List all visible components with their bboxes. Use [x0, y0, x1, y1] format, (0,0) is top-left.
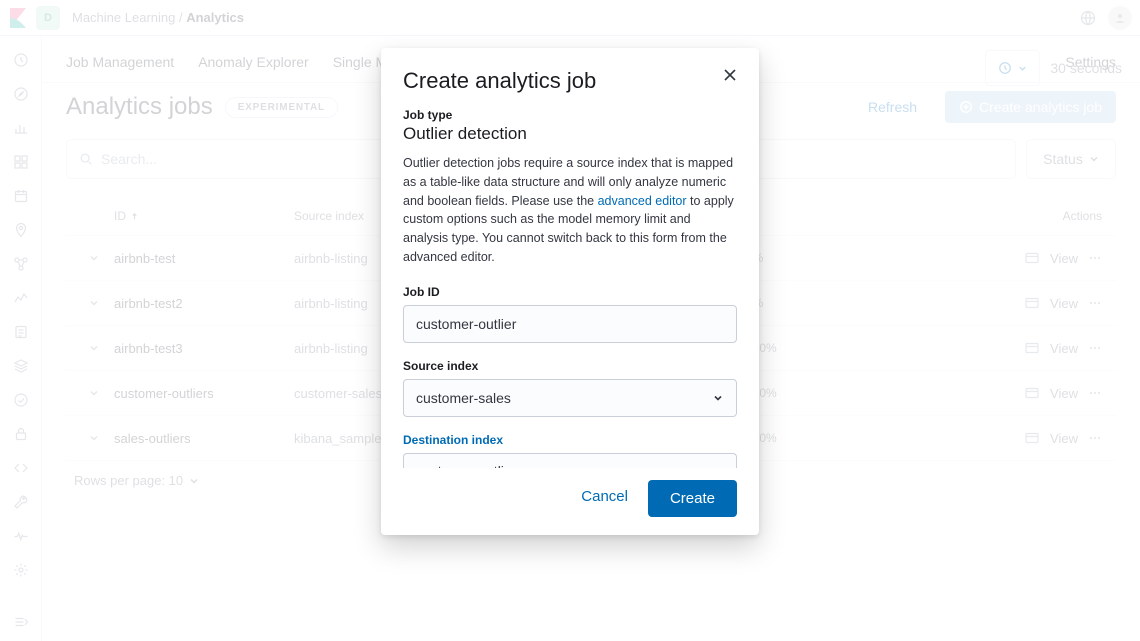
refresh-interval-label: 30 seconds — [1050, 60, 1122, 76]
kibana-logo[interactable] — [8, 8, 28, 28]
job-type-value: Outlier detection — [403, 124, 737, 144]
collapse-rail-icon[interactable] — [12, 614, 30, 630]
row-actions-icon[interactable] — [1088, 431, 1102, 445]
row-actions-icon[interactable] — [1088, 386, 1102, 400]
pin-icon[interactable] — [12, 222, 30, 238]
job-type-label: Job type — [403, 108, 737, 122]
refresh-interval-button[interactable] — [985, 50, 1040, 86]
layers-icon[interactable] — [12, 358, 30, 374]
lock-icon[interactable] — [12, 426, 30, 442]
expand-row-icon[interactable] — [74, 387, 114, 399]
view-icon[interactable] — [1024, 340, 1040, 356]
create-analytics-job-modal: Create analytics job Job type Outlier de… — [381, 48, 759, 535]
job-type-description: Outlier detection jobs require a source … — [403, 154, 737, 267]
row-actions-icon[interactable] — [1088, 251, 1102, 265]
th-id[interactable]: ID — [114, 209, 294, 223]
view-label[interactable]: View — [1050, 431, 1078, 446]
view-label[interactable]: View — [1050, 341, 1078, 356]
expand-row-icon[interactable] — [74, 252, 114, 264]
view-icon[interactable] — [1024, 385, 1040, 401]
row-id: customer-outliers — [114, 386, 294, 401]
expand-row-icon[interactable] — [74, 297, 114, 309]
cancel-button[interactable]: Cancel — [575, 480, 634, 517]
grid-icon[interactable] — [12, 154, 30, 170]
expand-row-icon[interactable] — [74, 342, 114, 354]
clock-icon[interactable] — [12, 52, 30, 68]
gear-icon[interactable] — [12, 562, 30, 578]
ml-icon[interactable] — [12, 256, 30, 272]
uptime-icon[interactable] — [12, 392, 30, 408]
close-icon[interactable] — [723, 68, 737, 82]
job-id-input[interactable]: customer-outlier — [403, 305, 737, 343]
source-index-label: Source index — [403, 359, 737, 373]
view-label[interactable]: View — [1050, 251, 1078, 266]
metrics-icon[interactable] — [12, 290, 30, 306]
heartbeat-icon[interactable] — [12, 528, 30, 544]
wrench-icon[interactable] — [12, 494, 30, 510]
row-actions-icon[interactable] — [1088, 296, 1102, 310]
create-button[interactable]: Create — [648, 480, 737, 517]
view-label[interactable]: View — [1050, 296, 1078, 311]
chevron-down-icon — [712, 392, 724, 404]
destination-index-input[interactable]: customer-outliers — [403, 453, 737, 469]
breadcrumb-root[interactable]: Machine Learning — [72, 10, 175, 25]
view-label[interactable]: View — [1050, 386, 1078, 401]
status-filter-dropdown[interactable]: Status — [1026, 139, 1116, 179]
global-header: D Machine Learning / Analytics — [0, 0, 1140, 36]
row-id: airbnb-test3 — [114, 341, 294, 356]
code-icon[interactable] — [12, 460, 30, 476]
expand-row-icon[interactable] — [74, 432, 114, 444]
compass-icon[interactable] — [12, 86, 30, 102]
modal-title: Create analytics job — [403, 68, 596, 94]
globe-icon[interactable] — [1076, 6, 1100, 30]
row-id: sales-outliers — [114, 431, 294, 446]
page-title: Analytics jobs — [66, 93, 213, 121]
sort-asc-icon — [130, 212, 139, 221]
row-id: airbnb-test — [114, 251, 294, 266]
tab-anomaly-explorer[interactable]: Anomaly Explorer — [198, 54, 309, 70]
tab-single-metric[interactable]: Single M — [333, 54, 387, 70]
search-placeholder: Search... — [101, 151, 157, 167]
th-actions: Actions — [1024, 209, 1108, 223]
breadcrumb: Machine Learning / Analytics — [72, 10, 244, 25]
job-id-label: Job ID — [403, 285, 737, 299]
view-icon[interactable] — [1024, 295, 1040, 311]
experimental-badge: EXPERIMENTAL — [225, 97, 338, 118]
view-icon[interactable] — [1024, 430, 1040, 446]
source-index-select[interactable]: customer-sales — [403, 379, 737, 417]
logs-icon[interactable] — [12, 324, 30, 340]
create-analytics-job-label: Create analytics job — [979, 99, 1102, 115]
destination-index-label: Destination index — [403, 433, 737, 447]
row-id: airbnb-test2 — [114, 296, 294, 311]
app-badge[interactable]: D — [36, 6, 60, 30]
row-actions-icon[interactable] — [1088, 341, 1102, 355]
view-icon[interactable] — [1024, 250, 1040, 266]
user-avatar[interactable] — [1108, 6, 1132, 30]
tab-job-management[interactable]: Job Management — [66, 54, 174, 70]
bar-chart-icon[interactable] — [12, 120, 30, 136]
auto-refresh-controls: 30 seconds — [985, 50, 1122, 86]
left-nav-rail — [0, 36, 42, 641]
breadcrumb-current: Analytics — [186, 10, 244, 25]
refresh-button[interactable]: Refresh — [868, 99, 917, 115]
advanced-editor-link[interactable]: advanced editor — [598, 194, 687, 208]
calendar-icon[interactable] — [12, 188, 30, 204]
create-analytics-job-button[interactable]: Create analytics job — [945, 91, 1116, 123]
